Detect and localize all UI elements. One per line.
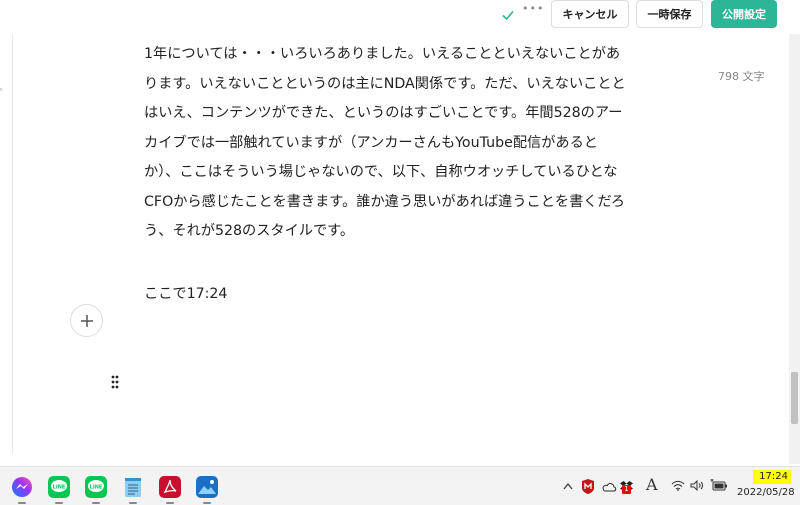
dropbox-icon[interactable]: 1: [620, 478, 636, 494]
time-paragraph[interactable]: ここで17:24: [144, 283, 227, 303]
notepad-icon[interactable]: [122, 476, 144, 498]
mcafee-icon[interactable]: [581, 479, 595, 494]
app-running-indicator: [166, 502, 174, 504]
paragraph-line: 1年については・・・いろいろありました。いえることといえないことがあ: [144, 46, 621, 62]
cancel-button[interactable]: キャンセル: [551, 0, 629, 28]
clock-date[interactable]: 2022/05/28: [737, 487, 795, 498]
chevron-up-icon[interactable]: [563, 482, 573, 490]
paragraph-line: はいえ、コンテンツができた、というのはすごいことです。年間528のアー: [144, 105, 623, 121]
messenger-icon[interactable]: [11, 476, 33, 498]
saved-check-icon: [502, 10, 514, 21]
paragraph-line: ります。いえないことというのは主にNDA関係です。ただ、いえないことと: [144, 75, 626, 92]
scrollbar-thumb[interactable]: [791, 372, 798, 424]
line-icon[interactable]: LINE: [85, 476, 107, 498]
acrobat-icon[interactable]: [159, 476, 181, 498]
app-running-indicator: [129, 502, 137, 504]
add-block-button[interactable]: [70, 304, 103, 337]
editor-left-border: [12, 34, 13, 454]
article-paragraph[interactable]: 1年については・・・いろいろありました。いえることといえないことがあ ります。い…: [144, 40, 664, 247]
character-count: 798 文字: [718, 70, 765, 83]
taskbar: LINE LINE 1 A: [0, 466, 800, 505]
app-running-indicator: [203, 502, 211, 504]
plus-icon: [80, 314, 93, 327]
wifi-icon[interactable]: [671, 480, 685, 491]
drag-handle-icon[interactable]: [111, 375, 119, 389]
editor-toolbar: ••• キャンセル 一時保存 公開設定: [0, 0, 800, 34]
app-running-indicator: [55, 502, 63, 504]
paragraph-line: CFOから感じたことを書きます。誰か違う思いがあれば違うことを書くだろ: [144, 193, 625, 210]
side-marker: ᵋ: [0, 86, 3, 95]
clock-time[interactable]: 17:24: [753, 470, 791, 484]
save-draft-button[interactable]: 一時保存: [636, 0, 703, 28]
app-running-indicator: [18, 502, 26, 504]
volume-icon[interactable]: [690, 480, 704, 491]
paragraph-line: カイブでは一部触れていますが（アンカーさんもYouTube配信があると: [144, 134, 598, 151]
svg-text:LINE: LINE: [90, 485, 103, 491]
photos-icon[interactable]: [196, 476, 218, 498]
more-options-icon[interactable]: •••: [522, 2, 544, 15]
app-running-indicator: [92, 502, 100, 504]
paragraph-line: う、それが528のスタイルです。: [144, 223, 355, 239]
line-icon[interactable]: LINE: [48, 476, 70, 498]
paragraph-line: か）、ここはそういう場じゃないので、以下、自称ウオッチしているひとな: [144, 164, 618, 180]
ime-indicator[interactable]: A: [646, 475, 658, 494]
onedrive-cloud-icon[interactable]: [601, 481, 617, 492]
notification-badge: 1: [622, 485, 631, 494]
svg-text:LINE: LINE: [53, 485, 66, 491]
battery-charging-icon[interactable]: [710, 479, 728, 492]
publish-settings-button[interactable]: 公開設定: [711, 0, 777, 28]
